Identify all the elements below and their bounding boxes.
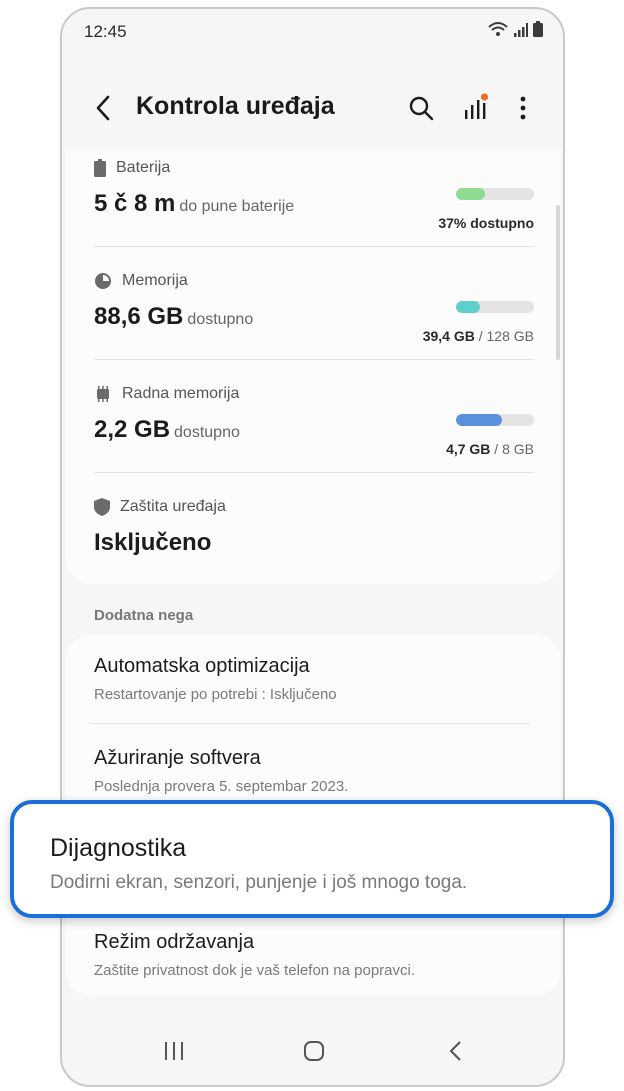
pie-chart-icon — [95, 273, 111, 289]
ram-value: 2,2 GB — [94, 416, 171, 443]
diagnostics-title: Dijagnostika — [50, 834, 187, 862]
battery-value: 5 č 8 m — [94, 190, 176, 217]
storage-usage: 39,4 GB / 128 GB — [422, 328, 534, 344]
storage-value: 88,6 GB — [94, 303, 184, 330]
divider — [94, 472, 534, 473]
auto-optimization-subtitle: Restartovanje po potrebi : Isključeno — [94, 686, 337, 703]
memory-chip-icon — [97, 386, 109, 402]
ram-label: Radna memorija — [122, 385, 240, 402]
status-time: 12:45 — [84, 22, 127, 41]
phone-frame: 12:45 Kontrola uređaja Baterija 5 č 8 m … — [60, 7, 565, 1087]
software-update-subtitle: Poslednja provera 5. septembar 2023. — [94, 778, 349, 795]
software-update-item[interactable]: Ažuriranje softvera Poslednja provera 5.… — [94, 747, 534, 795]
auto-optimization-item[interactable]: Automatska optimizacija Restartovanje po… — [94, 655, 534, 703]
ram-progress-bar — [456, 414, 534, 426]
battery-status-icon — [533, 21, 543, 37]
divider — [94, 359, 534, 360]
side-scroll-indicator — [556, 205, 560, 360]
storage-progress-bar — [456, 301, 534, 313]
recents-icon[interactable] — [162, 1040, 186, 1062]
cell-signal-icon — [514, 23, 528, 37]
section-header: Dodatna nega — [94, 607, 194, 624]
diagnostics-subtitle: Dodirni ekran, senzori, punjenje i još m… — [50, 872, 468, 893]
auto-optimization-title: Automatska optimizacija — [94, 655, 310, 677]
device-protection-value: Isključeno — [94, 529, 212, 556]
device-protection-item[interactable]: Zaštita uređaja Isključeno — [94, 498, 534, 557]
ram-item[interactable]: Radna memorija 2,2 GB dostupno 4,7 GB / 8… — [94, 385, 534, 457]
nav-back-icon[interactable] — [444, 1040, 468, 1062]
ram-suffix: dostupno — [174, 424, 240, 441]
battery-usage: 37% dostupno — [438, 215, 534, 231]
search-icon[interactable] — [406, 93, 436, 123]
storage-item[interactable]: Memorija 88,6 GB dostupno 39,4 GB / 128 G… — [94, 272, 534, 344]
battery-progress-bar — [456, 188, 534, 200]
device-protection-label: Zaštita uređaja — [120, 498, 226, 515]
wifi-icon — [488, 22, 508, 36]
battery-label: Baterija — [116, 159, 171, 176]
app-bar: Kontrola uređaja — [62, 79, 563, 139]
software-update-title: Ažuriranje softvera — [94, 747, 261, 769]
divider — [90, 723, 530, 724]
ram-usage: 4,7 GB / 8 GB — [446, 441, 534, 457]
back-arrow-icon[interactable] — [90, 93, 120, 123]
battery-progress-fill — [456, 188, 485, 200]
diagnostics-item-highlighted[interactable]: Dijagnostika Dodirni ekran, senzori, pun… — [10, 800, 614, 918]
maintenance-mode-subtitle: Zaštite privatnost dok je vaš telefon na… — [94, 962, 416, 979]
storage-label: Memorija — [122, 272, 188, 289]
signal-bars-icon[interactable] — [460, 93, 490, 123]
ram-progress-fill — [456, 414, 503, 426]
divider — [94, 246, 534, 247]
navigation-bar — [62, 1015, 563, 1085]
more-vert-icon[interactable] — [508, 93, 538, 123]
maintenance-mode-item[interactable]: Režim održavanja Zaštite privatnost dok … — [94, 931, 534, 979]
home-icon[interactable] — [302, 1040, 326, 1062]
shield-icon — [94, 498, 110, 516]
status-icons — [487, 21, 543, 37]
storage-suffix: dostupno — [187, 311, 254, 328]
battery-icon — [94, 159, 106, 177]
page-title: Kontrola uređaja — [136, 92, 335, 120]
status-bar: 12:45 — [62, 9, 563, 53]
storage-progress-fill — [456, 301, 481, 313]
maintenance-mode-title: Režim održavanja — [94, 931, 255, 953]
battery-item[interactable]: Baterija 5 č 8 m do pune baterije 37% dos… — [94, 159, 534, 231]
battery-suffix: do pune baterije — [179, 198, 295, 215]
